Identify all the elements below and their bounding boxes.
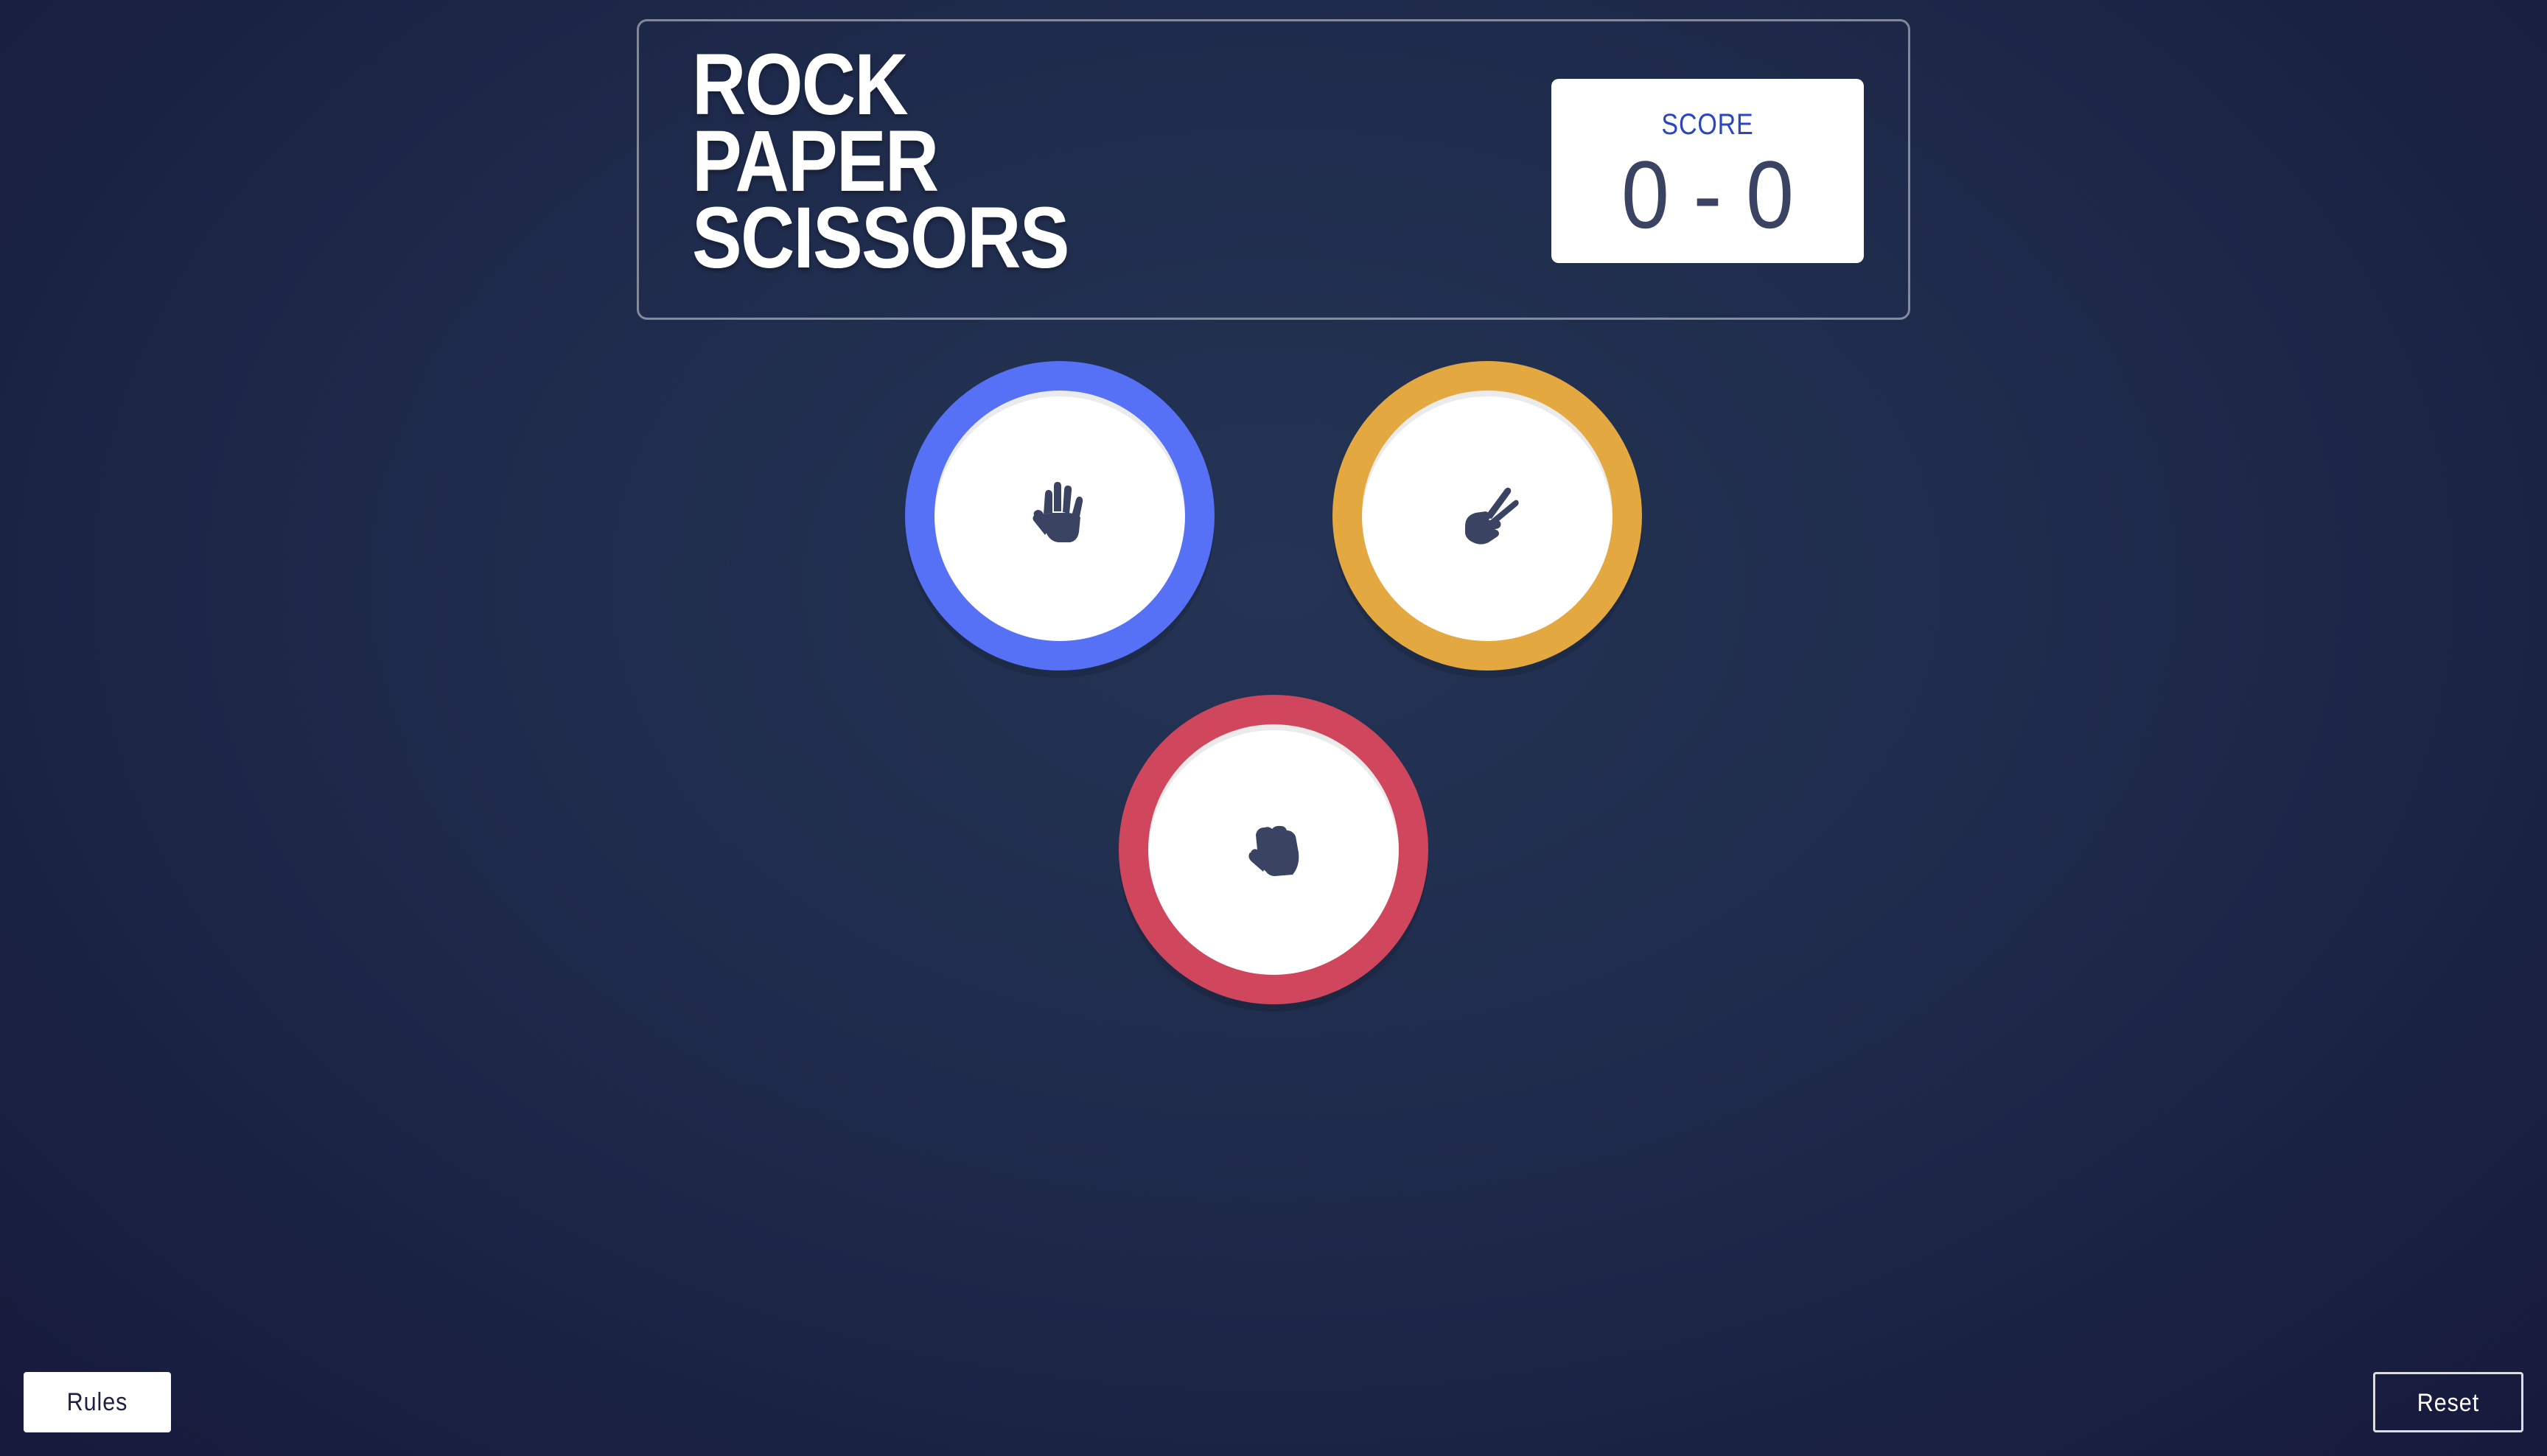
paper-token-button[interactable] — [905, 361, 1215, 671]
paper-token-face — [934, 391, 1185, 641]
scissors-hand-icon — [1465, 487, 1519, 545]
score-label: SCORE — [1661, 108, 1754, 141]
reset-button[interactable]: Reset — [2373, 1372, 2523, 1432]
scissors-token-face — [1362, 391, 1613, 641]
game-header: ROCK PAPER SCISSORS SCORE 0 - 0 — [637, 19, 1910, 320]
game-title: ROCK PAPER SCISSORS — [692, 36, 1069, 287]
score-value: 0 - 0 — [1621, 141, 1795, 248]
title-line-rock: ROCK — [692, 36, 909, 133]
rock-token-button[interactable] — [1119, 695, 1428, 1004]
title-line-scissors: SCISSORS — [692, 189, 1069, 287]
reset-button-label: Reset — [2417, 1389, 2480, 1417]
score-panel: SCORE 0 - 0 — [1551, 79, 1864, 263]
scissors-token-button[interactable] — [1332, 361, 1642, 671]
rules-button[interactable]: Rules — [24, 1372, 171, 1432]
paper-hand-icon — [1033, 482, 1083, 542]
rules-button-label: Rules — [66, 1388, 128, 1416]
rock-token-face — [1148, 724, 1399, 975]
title-line-paper: PAPER — [692, 113, 939, 210]
rock-fist-icon — [1248, 825, 1299, 876]
